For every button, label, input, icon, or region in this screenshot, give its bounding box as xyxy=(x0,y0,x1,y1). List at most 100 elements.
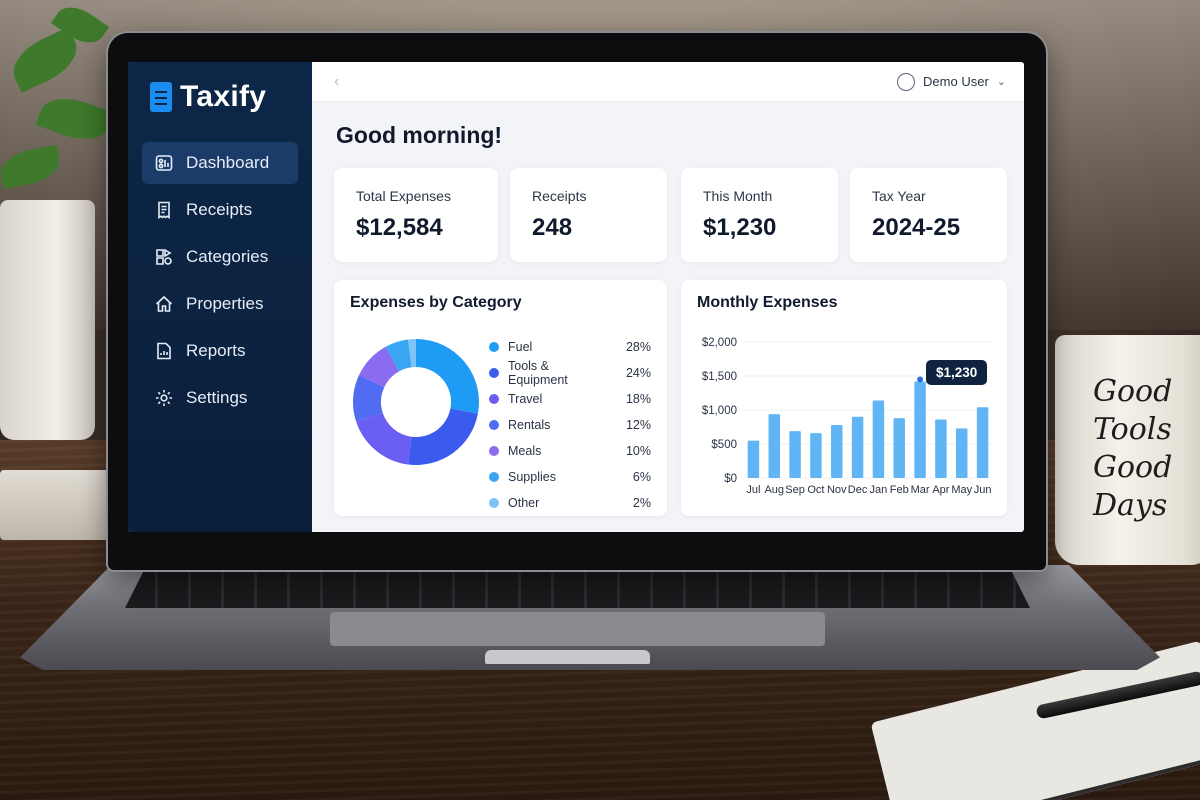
highlight-marker xyxy=(917,376,924,383)
gear-icon xyxy=(154,388,174,408)
stat-card-total-expenses: Total Expenses $12,584 xyxy=(334,168,498,262)
donut-chart xyxy=(353,339,479,465)
expenses-by-category-card: Expenses by Category Fuel 28% Tools & Equi… xyxy=(334,280,667,516)
legend-swatch xyxy=(489,368,499,378)
sidebar-item-label: Receipts xyxy=(186,200,253,219)
user-icon xyxy=(897,72,916,91)
pie-slice-tools-equipment[interactable] xyxy=(408,408,478,465)
stat-label: Total Expenses xyxy=(356,188,451,204)
card-title: Expenses by Category xyxy=(350,294,522,311)
chart-tooltip: $1,230 xyxy=(926,360,988,385)
main-content: ‹ Demo User ⌄ Good morning! Total Expens… xyxy=(312,62,1024,532)
legend-swatch xyxy=(489,446,499,456)
legend-label: Tools & Equipment xyxy=(508,359,568,387)
bar-aug[interactable] xyxy=(768,414,780,478)
bar-jul[interactable] xyxy=(747,440,760,478)
user-menu[interactable]: Demo User ⌄ xyxy=(897,72,1006,91)
sidebar-item-label: Settings xyxy=(186,388,248,407)
sidebar-item-label: Dashboard xyxy=(186,153,270,172)
x-tick-label: Dec xyxy=(848,484,868,496)
stat-value: $12,584 xyxy=(356,214,443,241)
legend-swatch xyxy=(489,394,499,404)
chevron-down-icon: ⌄ xyxy=(996,76,1006,88)
y-tick-label: $1,500 xyxy=(702,371,737,383)
legend-label: Rentals xyxy=(508,418,551,432)
y-tick-label: $0 xyxy=(724,473,737,485)
pie-slice-fuel[interactable] xyxy=(416,339,479,414)
x-tick-label: Oct xyxy=(807,484,824,496)
receipt-icon xyxy=(154,200,174,220)
chevron-left-icon[interactable]: ‹ xyxy=(334,73,339,91)
stat-card-receipts: Receipts 248 xyxy=(510,168,667,262)
sidebar-item-reports[interactable]: Reports xyxy=(142,330,298,372)
legend-percent: 18% xyxy=(625,392,651,406)
sidebar-item-properties[interactable]: Properties xyxy=(142,283,298,325)
coffee-mug: Good Tools Good Days xyxy=(1055,335,1200,565)
top-bar: ‹ Demo User ⌄ xyxy=(312,62,1024,102)
bar-jan[interactable] xyxy=(872,400,885,478)
stat-label: Tax Year xyxy=(872,188,926,204)
stat-card-this-month: This Month $1,230 xyxy=(681,168,838,262)
stat-value: 248 xyxy=(532,214,573,241)
legend-percent: 24% xyxy=(625,366,651,380)
categories-icon xyxy=(154,247,174,267)
legend-swatch xyxy=(489,342,499,352)
bar-dec[interactable] xyxy=(851,416,864,478)
x-tick-label: Apr xyxy=(932,484,949,496)
report-icon xyxy=(154,341,174,361)
legend-label: Meals xyxy=(508,444,542,458)
x-tick-label: Nov xyxy=(827,484,847,496)
sidebar-item-label: Properties xyxy=(186,294,264,313)
legend-item: Supplies 6% xyxy=(489,464,651,490)
x-tick-label: Mar xyxy=(911,484,930,496)
sidebar-item-label: Reports xyxy=(186,341,246,360)
laptop-screen: Taxify Dashboard Receipts Categories Pro… xyxy=(128,62,1024,532)
laptop-trackpad xyxy=(330,612,825,646)
bar-jun[interactable] xyxy=(976,407,989,478)
x-tick-label: Jun xyxy=(974,484,992,496)
sidebar-item-dashboard[interactable]: Dashboard xyxy=(142,142,298,184)
x-tick-label: Feb xyxy=(890,484,909,496)
sidebar: Taxify Dashboard Receipts Categories Pro… xyxy=(128,62,312,532)
legend-item: Travel 18% xyxy=(489,386,651,412)
laptop-keyboard xyxy=(125,572,1030,608)
stat-card-tax-year: Tax Year 2024-25 xyxy=(850,168,1007,262)
x-tick-label: May xyxy=(951,484,972,496)
stat-value: $1,230 xyxy=(703,214,777,241)
bar-may[interactable] xyxy=(956,428,968,478)
sidebar-item-categories[interactable]: Categories xyxy=(142,236,298,278)
chart-legend: Fuel 28% Tools & Equipment 24% Travel 18% Rent… xyxy=(489,334,651,516)
y-tick-label: $500 xyxy=(711,439,737,451)
bar-mar[interactable] xyxy=(914,381,926,478)
pie-slice-travel[interactable] xyxy=(356,412,412,465)
mug-slogan: Good Tools Good Days xyxy=(1093,373,1172,525)
legend-item: Other 2% xyxy=(489,490,651,516)
bar-feb[interactable] xyxy=(893,418,905,478)
bar-apr[interactable] xyxy=(935,419,947,478)
mug-line: Days xyxy=(1093,488,1168,523)
brand[interactable]: Taxify xyxy=(150,80,298,114)
legend-swatch xyxy=(489,472,499,482)
bar-oct[interactable] xyxy=(810,433,822,478)
y-tick-label: $2,000 xyxy=(702,337,737,349)
stat-label: Receipts xyxy=(532,188,587,204)
sidebar-item-receipts[interactable]: Receipts xyxy=(142,189,298,231)
page-title: Good morning! xyxy=(336,122,503,148)
laptop-lid-notch xyxy=(485,650,650,664)
legend-item: Fuel 28% xyxy=(489,334,651,360)
legend-label: Supplies xyxy=(508,470,556,484)
bar-nov[interactable] xyxy=(831,424,843,478)
bar-chart: $0 $500 $1,000 $1,500 $2,000 Jul Aug Sep Oct Nov D… xyxy=(702,337,993,496)
legend-percent: 6% xyxy=(632,470,651,484)
plant-pot xyxy=(0,200,95,440)
legend-item: Meals 10% xyxy=(489,438,651,464)
bar-sep[interactable] xyxy=(789,431,801,478)
sidebar-item-settings[interactable]: Settings xyxy=(142,377,298,419)
legend-item: Rentals 12% xyxy=(489,412,651,438)
legend-percent: 12% xyxy=(625,418,651,432)
y-tick-label: $1,000 xyxy=(702,405,737,417)
x-tick-label: Jan xyxy=(870,484,888,496)
mug-line: Good xyxy=(1093,450,1173,485)
user-name: Demo User xyxy=(923,74,989,89)
home-icon xyxy=(154,294,174,314)
